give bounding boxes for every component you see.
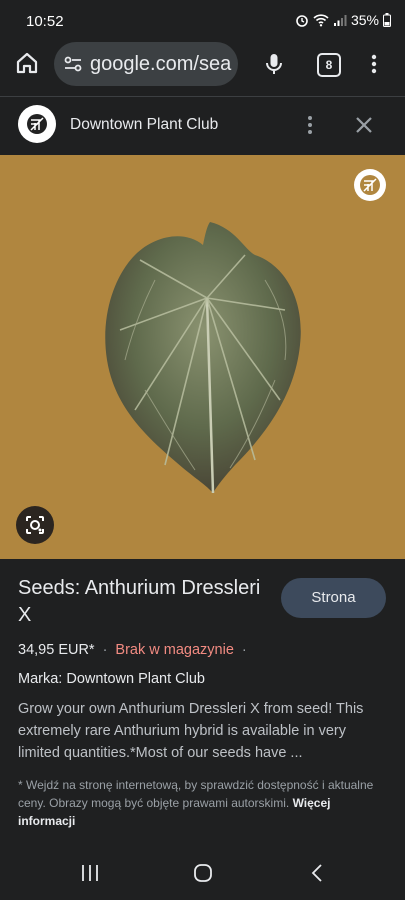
signal-icon: [333, 15, 347, 26]
more-vert-icon[interactable]: [362, 52, 386, 76]
mic-icon[interactable]: [262, 52, 286, 76]
leaf-logo-icon: [27, 114, 47, 134]
price-row: 34,95 EUR* · Brak w magazynie ·: [18, 642, 247, 658]
availability: Brak w magazynie: [115, 642, 234, 658]
status-icons: 35%: [295, 12, 391, 28]
home-icon[interactable]: [14, 50, 40, 76]
price: 34,95 EUR*: [18, 642, 95, 658]
site-logo: [18, 105, 56, 143]
status-bar: 10:52 35%: [0, 0, 405, 42]
lens-button[interactable]: [16, 506, 54, 544]
recent-apps-icon[interactable]: [80, 864, 100, 882]
browser-toolbar: google.com/sea 8: [0, 42, 405, 94]
brand: Marka: Downtown Plant Club: [18, 671, 205, 687]
home-nav-icon[interactable]: [193, 863, 213, 883]
address-bar[interactable]: google.com/sea: [54, 42, 238, 86]
site-settings-icon[interactable]: [62, 53, 84, 75]
more-vert-icon[interactable]: [300, 113, 320, 137]
wifi-icon: [313, 14, 329, 27]
anthurium-leaf-image: [105, 222, 301, 494]
alarm-icon: [296, 15, 308, 27]
product-title: Seeds: Anthurium Dressleri X: [18, 577, 261, 626]
url-text: google.com/sea: [90, 52, 232, 75]
battery-percent: 35%: [350, 12, 379, 28]
status-time: 10:52: [26, 13, 64, 30]
tabs-icon[interactable]: 8: [317, 53, 341, 77]
back-icon[interactable]: [308, 863, 328, 883]
lens-icon: [26, 516, 44, 534]
disclaimer: * Wejdź na stronę internetową, by sprawd…: [18, 776, 388, 830]
site-button[interactable]: Strona: [281, 578, 386, 618]
close-icon[interactable]: [352, 113, 376, 137]
panel-header: Downtown Plant Club: [0, 97, 405, 154]
product-description: Grow your own Anthurium Dressleri X from…: [18, 701, 364, 761]
battery-icon: [383, 13, 391, 27]
navigation-bar: [0, 848, 405, 900]
watermark-logo-icon: [354, 169, 386, 201]
panel-title: Downtown Plant Club: [70, 116, 219, 133]
